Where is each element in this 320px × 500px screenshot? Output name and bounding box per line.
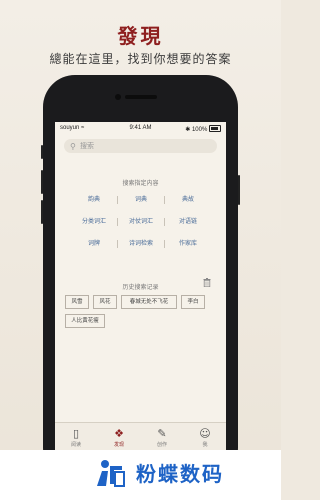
history-tag[interactable]: 春城无处不飞花 [121,295,177,309]
history-title: 历史搜索记录 [122,284,159,291]
promo-headline: 發現 [117,24,164,48]
grid-row: 分类词汇 对仗词汇 对语链 [71,216,211,238]
link-diangu[interactable]: 典故 [165,194,211,206]
tab-me[interactable]: ☺ 我 [184,426,226,448]
link-category-words[interactable]: 分类词汇 [71,216,117,228]
search-in-title: 搜索指定内容 [122,180,159,187]
history-tag[interactable]: 风花 [93,295,117,309]
search-input[interactable]: ⚲ 搜索 [64,139,217,153]
tab-label: 阅读 [70,442,81,448]
tab-label: 发现 [113,442,124,448]
phone-frame: souyun ︎≈ 9:41 AM ✱ 100% ⚲ 搜索 搜索指定内容 韵典 … [41,75,240,484]
volume-up-button [41,170,43,194]
battery-status: ✱ 100% [185,125,221,133]
link-cidian[interactable]: 词典 [118,194,164,206]
brush-icon: ✎ [157,427,167,440]
brand-logo-text: 粉蝶数码 [136,462,224,486]
search-in-grid: 韵典 词典 典故 分类词汇 对仗词汇 对语链 词牌 诗词检索 作家库 [71,194,211,260]
link-yundian[interactable]: 韵典 [71,194,117,206]
tab-label: 创作 [156,442,167,448]
book-icon: ▯ [72,427,80,440]
link-couplet-chain[interactable]: 对语链 [165,216,211,228]
link-parallel-words[interactable]: 对仗词汇 [118,216,164,228]
tab-create[interactable]: ✎ 创作 [141,426,183,448]
history-tag[interactable]: 李白 [181,295,205,309]
tab-discover[interactable]: ❖ 发现 [98,426,140,448]
speaker-grille [125,95,157,99]
tab-label: 我 [202,442,208,448]
grid-row: 词牌 诗词检索 作家库 [71,238,211,260]
battery-icon [209,125,221,132]
brand-logo-icon [97,460,125,487]
status-bar: souyun ︎≈ 9:41 AM ✱ 100% [55,122,226,134]
front-camera [115,94,121,100]
discover-icon: ❖ [114,427,124,440]
user-icon: ☺ [199,427,211,440]
search-placeholder: 搜索 [80,142,94,150]
tab-read[interactable]: ▯ 阅读 [55,426,97,448]
volume-down-button [41,200,43,224]
trash-icon[interactable] [203,278,211,287]
promo-subhead: 總能在這里，找到你想要的答案 [49,52,232,66]
search-icon: ⚲ [70,142,76,151]
power-button [238,175,240,205]
history-tag[interactable]: 风雪 [65,295,89,309]
app-screen: souyun ︎≈ 9:41 AM ✱ 100% ⚲ 搜索 搜索指定内容 韵典 … [55,122,226,454]
grid-row: 韵典 词典 典故 [71,194,211,216]
brand-logo: 粉蝶数码 [92,458,262,488]
history-tag[interactable]: 人比黄花瘦 [65,314,105,328]
mute-switch [41,145,43,159]
link-cipai[interactable]: 词牌 [71,238,117,250]
link-author-library[interactable]: 作家库 [165,238,211,250]
link-poem-search[interactable]: 诗词检索 [118,238,164,250]
